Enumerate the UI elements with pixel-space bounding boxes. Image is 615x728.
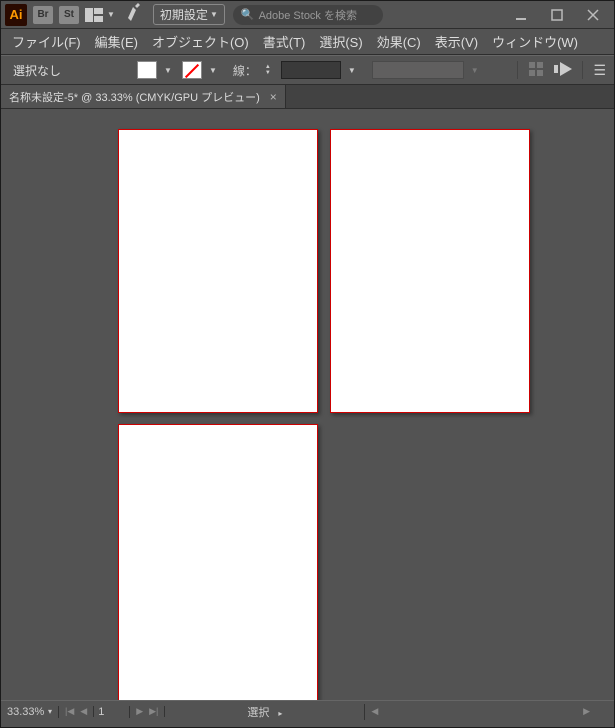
artboard-2[interactable] [330, 129, 530, 413]
document-tab-active[interactable]: 名称未設定-5* @ 33.33% (CMYK/GPU プレビュー) × [1, 85, 286, 108]
prev-artboard-button[interactable]: ◀ [78, 706, 89, 717]
chevron-down-icon: ▼ [210, 10, 218, 19]
stroke-weight-stepper[interactable]: ▲▼ [265, 64, 271, 76]
menubar: ファイル(F) 編集(E) オブジェクト(O) 書式(T) 選択(S) 効果(C… [1, 29, 614, 55]
scroll-up-icon[interactable] [598, 109, 614, 125]
search-placeholder: Adobe Stock を検索 [259, 7, 357, 23]
vertical-scrollbar[interactable] [598, 109, 614, 700]
artboard-index-input[interactable]: 1 [94, 706, 130, 718]
zoom-value: 33.33% [7, 706, 44, 718]
divider [517, 61, 518, 79]
canvas-area[interactable] [1, 109, 614, 700]
document-setup-icon[interactable] [528, 61, 544, 80]
tab-title: 名称未設定-5* @ 33.33% (CMYK/GPU プレビュー) [9, 89, 260, 105]
menu-file[interactable]: ファイル(F) [5, 29, 88, 54]
divider [582, 61, 583, 79]
artboard-nav-first-prev: |◀ ◀ [59, 706, 94, 717]
zoom-level-select[interactable]: 33.33% ▾ [1, 706, 59, 718]
stock-search-input[interactable]: 🔍 Adobe Stock を検索 [233, 5, 383, 25]
scroll-left-icon[interactable]: ◀ [365, 706, 384, 717]
menu-window[interactable]: ウィンドウ(W) [485, 29, 585, 54]
artboard-1[interactable] [118, 129, 318, 413]
panel-menu-icon[interactable]: ☰ [593, 62, 606, 79]
menu-object[interactable]: オブジェクト(O) [145, 29, 256, 54]
tab-close-icon[interactable]: × [270, 90, 277, 104]
window-controls [510, 5, 610, 25]
stroke-profile-select[interactable] [281, 61, 341, 79]
workspace-switcher[interactable]: 初期設定 ▼ [153, 4, 225, 25]
stroke-swatch[interactable] [182, 61, 202, 79]
workspace-label: 初期設定 [160, 6, 208, 23]
artboard-3[interactable] [118, 424, 318, 700]
chevron-down-icon: ▼ [107, 10, 115, 19]
chevron-right-icon: ▸ [278, 709, 282, 718]
minimize-button[interactable] [510, 5, 532, 25]
chevron-down-icon: ▾ [48, 707, 52, 716]
search-icon: 🔍 [241, 8, 255, 21]
last-artboard-button[interactable]: ▶| [147, 706, 160, 717]
control-panel: 選択なし ▼ ▼ 線： ▲▼ ▼ ▼ ☰ [1, 55, 614, 85]
next-artboard-button[interactable]: ▶ [134, 706, 145, 717]
graphic-style-dropdown-icon[interactable]: ▼ [471, 66, 479, 75]
scroll-down-icon[interactable] [598, 684, 614, 700]
close-button[interactable] [582, 5, 604, 25]
graphic-style-select[interactable] [372, 61, 464, 79]
artboard-nav-next-last: ▶ ▶| [130, 706, 165, 717]
first-artboard-button[interactable]: |◀ [63, 706, 76, 717]
gpu-icon[interactable] [125, 3, 143, 26]
fill-dropdown-icon[interactable]: ▼ [164, 66, 172, 75]
bridge-icon[interactable]: Br [33, 6, 53, 24]
stroke-dropdown-icon[interactable]: ▼ [209, 66, 217, 75]
stock-icon[interactable]: St [59, 6, 79, 24]
stroke-weight-label: 線： [233, 62, 257, 79]
menu-effect[interactable]: 効果(C) [370, 29, 428, 54]
menu-view[interactable]: 表示(V) [428, 29, 485, 54]
app-logo: Ai [5, 4, 27, 26]
preferences-icon[interactable] [554, 62, 572, 79]
scroll-right-icon[interactable]: ▶ [577, 706, 596, 717]
menu-edit[interactable]: 編集(E) [88, 29, 145, 54]
arrange-documents-button[interactable]: ▼ [85, 8, 115, 22]
menu-type[interactable]: 書式(T) [256, 29, 313, 54]
selection-label: 選択なし [9, 62, 65, 79]
fill-swatch[interactable] [137, 61, 157, 79]
titlebar: Ai Br St ▼ 初期設定 ▼ 🔍 Adobe Stock を検索 [1, 1, 614, 29]
menu-select[interactable]: 選択(S) [312, 29, 369, 54]
status-tool-label[interactable]: 選択 ▸ [165, 704, 365, 720]
stroke-profile-dropdown-icon[interactable]: ▼ [348, 66, 356, 75]
scroll-track[interactable] [598, 125, 614, 684]
document-tabs: 名称未設定-5* @ 33.33% (CMYK/GPU プレビュー) × [1, 85, 614, 109]
status-bar: 33.33% ▾ |◀ ◀ 1 ▶ ▶| 選択 ▸ ◀ ▶ [1, 700, 614, 722]
maximize-button[interactable] [546, 5, 568, 25]
